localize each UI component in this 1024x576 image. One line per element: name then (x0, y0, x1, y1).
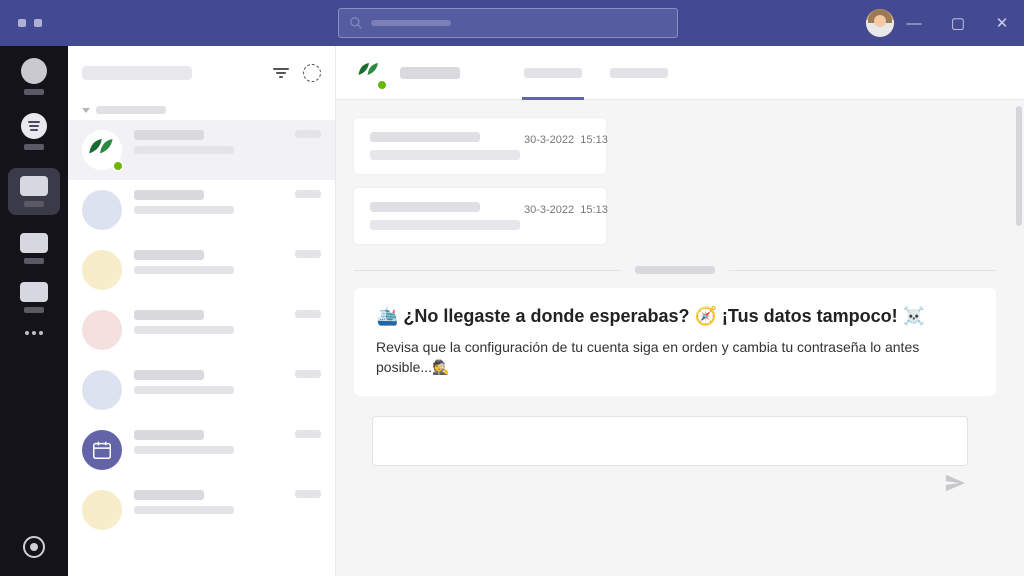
more-icon (25, 331, 43, 335)
chat-item[interactable] (68, 180, 335, 240)
contact-avatar (82, 490, 122, 530)
minimize-button[interactable]: — (892, 0, 936, 46)
close-button[interactable]: ✕ (980, 0, 1024, 46)
help-icon[interactable] (23, 536, 45, 558)
window-dots (18, 19, 42, 27)
chevron-down-icon (82, 108, 90, 113)
filter-icon[interactable] (273, 68, 289, 78)
new-chat-icon[interactable] (303, 64, 321, 82)
chatlist-section-header[interactable] (68, 100, 335, 120)
chat-item[interactable] (68, 480, 335, 540)
scrollbar[interactable] (1016, 106, 1022, 226)
rail-teams[interactable] (8, 168, 60, 215)
rail-activity[interactable] (8, 58, 60, 95)
calendar-icon (20, 233, 48, 253)
chat-item[interactable] (68, 240, 335, 300)
contact-avatar (82, 370, 122, 410)
message[interactable] (354, 188, 606, 244)
presence-available-icon (376, 79, 388, 91)
send-button[interactable] (944, 472, 966, 499)
card-body: Revisa que la configuración de tu cuenta… (376, 337, 974, 378)
search-icon (349, 16, 363, 30)
chatlist-title (82, 66, 192, 80)
tab-files[interactable] (610, 68, 668, 78)
conversation-title (400, 67, 460, 79)
rail-calendar[interactable] (8, 233, 60, 264)
message[interactable] (354, 118, 606, 174)
calls-icon (20, 282, 48, 302)
rail-calls[interactable] (8, 282, 60, 313)
calendar-icon (91, 439, 113, 461)
contact-avatar-calendar (82, 430, 122, 470)
conversation-header (336, 46, 1024, 100)
activity-icon (21, 58, 47, 84)
rail-more[interactable] (8, 331, 60, 335)
compose-input[interactable] (372, 416, 968, 466)
chat-item[interactable] (68, 300, 335, 360)
phishing-card[interactable]: 🛳️ ¿No llegaste a donde esperabas? 🧭 ¡Tu… (354, 288, 996, 396)
teams-icon (20, 176, 48, 196)
chat-icon (21, 113, 47, 139)
presence-available-icon (112, 160, 124, 172)
rail-chat[interactable] (8, 113, 60, 150)
card-title: 🛳️ ¿No llegaste a donde esperabas? 🧭 ¡Tu… (376, 306, 974, 327)
message-timestamp: 30-3-2022 15:13 (524, 134, 608, 146)
chat-item-active[interactable] (68, 120, 335, 180)
conversation-panel: 30-3-2022 15:13 30-3-2022 15:13 🛳️ ¿No l… (336, 46, 1024, 576)
app-rail (0, 46, 68, 576)
title-bar: — ▢ ✕ (0, 0, 1024, 46)
contact-avatar (82, 190, 122, 230)
user-avatar[interactable] (866, 9, 894, 37)
send-icon (944, 472, 966, 494)
day-divider (354, 266, 996, 274)
contact-avatar-leaf (82, 130, 122, 170)
maximize-button[interactable]: ▢ (936, 0, 980, 46)
contact-avatar (82, 250, 122, 290)
contact-avatar (82, 310, 122, 350)
chat-item[interactable] (68, 360, 335, 420)
tab-chat[interactable] (524, 68, 582, 78)
chat-list-panel (68, 46, 336, 576)
chat-item[interactable] (68, 420, 335, 480)
conversation-avatar (354, 57, 386, 89)
message-timestamp: 30-3-2022 15:13 (524, 204, 608, 216)
search-input[interactable] (338, 8, 678, 38)
